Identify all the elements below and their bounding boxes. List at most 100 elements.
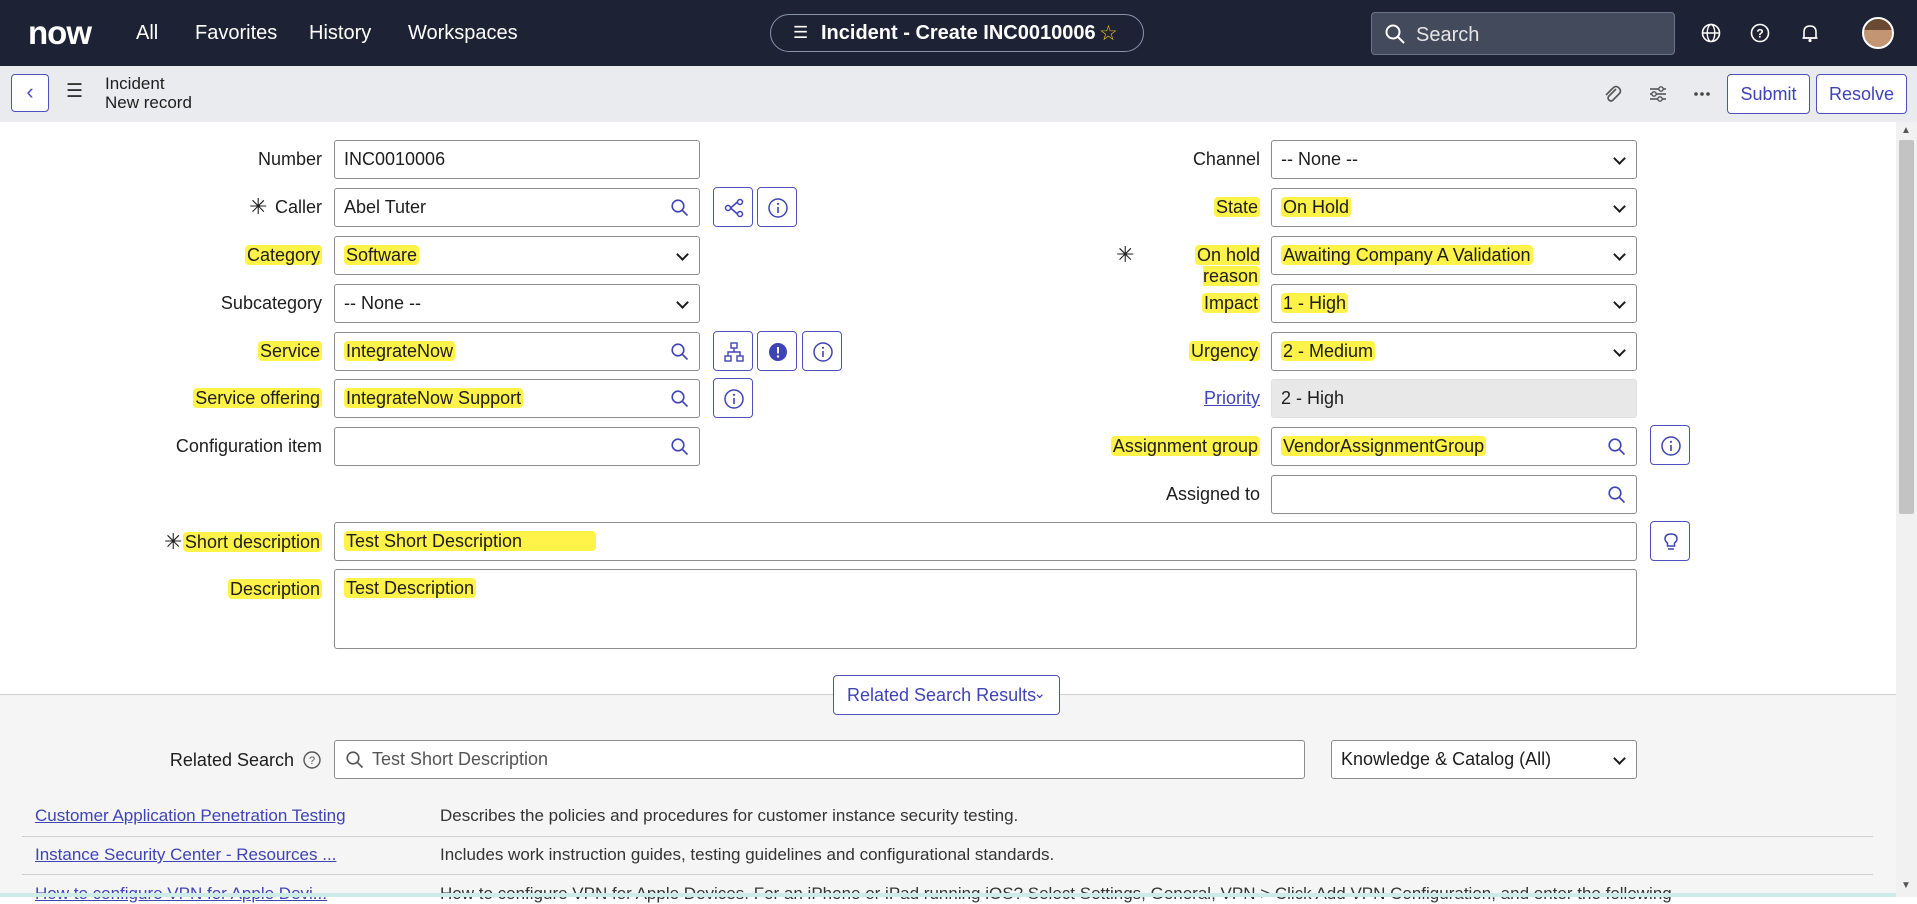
svg-text:?: ? bbox=[1756, 27, 1763, 41]
record-type: Incident bbox=[105, 74, 165, 93]
context-menu-icon[interactable]: ☰ bbox=[793, 23, 808, 43]
scrollbar-thumb[interactable] bbox=[1899, 140, 1914, 514]
short-description-label: Short description bbox=[182, 532, 322, 552]
scroll-up-arrow-icon[interactable]: ▲ bbox=[1901, 125, 1911, 136]
caller-lookup-button[interactable] bbox=[660, 188, 700, 227]
info-icon bbox=[1661, 436, 1681, 456]
record-state: New record bbox=[105, 93, 192, 112]
service-field[interactable]: IntegrateNow bbox=[334, 332, 661, 371]
info-icon bbox=[724, 389, 744, 409]
service-offering-info-button[interactable] bbox=[713, 378, 753, 418]
assignment-group-info-button[interactable] bbox=[1650, 425, 1690, 465]
resolve-button[interactable]: Resolve bbox=[1816, 74, 1907, 114]
related-search-scope-select[interactable]: Knowledge & Catalog (All) bbox=[1331, 740, 1637, 779]
caller-label: Caller bbox=[274, 197, 322, 217]
search-icon bbox=[671, 438, 689, 456]
priority-field: 2 - High bbox=[1271, 379, 1637, 418]
bottom-edge-strip bbox=[0, 893, 1896, 897]
servicenow-logo[interactable]: now bbox=[28, 14, 92, 52]
global-search-input[interactable]: Search bbox=[1371, 12, 1675, 55]
attachment-paperclip-icon[interactable] bbox=[1601, 83, 1623, 105]
configuration-item-label: Configuration item bbox=[175, 436, 322, 456]
globe-icon[interactable] bbox=[1700, 22, 1722, 44]
configuration-item-field[interactable] bbox=[334, 427, 661, 466]
lightbulb-icon bbox=[1664, 533, 1678, 550]
search-icon bbox=[1608, 486, 1626, 504]
related-search-value: Test Short Description bbox=[372, 749, 549, 769]
info-icon bbox=[813, 342, 833, 362]
notifications-bell-icon[interactable] bbox=[1799, 22, 1821, 44]
related-search-input[interactable]: Test Short Description bbox=[334, 740, 1305, 779]
on-hold-reason-required-icon: ✳ bbox=[1116, 242, 1135, 267]
more-options-icon[interactable] bbox=[1691, 83, 1713, 105]
assigned-to-lookup-button[interactable] bbox=[1597, 475, 1637, 514]
service-info-button[interactable] bbox=[802, 331, 842, 371]
subcategory-select[interactable]: -- None -- bbox=[334, 284, 700, 323]
subcategory-label: Subcategory bbox=[220, 293, 322, 313]
channel-label: Channel bbox=[1192, 149, 1260, 169]
assigned-to-label: Assigned to bbox=[1165, 484, 1260, 504]
back-button[interactable]: ‹ bbox=[11, 74, 49, 112]
category-select[interactable]: Software bbox=[334, 236, 700, 275]
assignment-group-label: Assignment group bbox=[1110, 436, 1260, 456]
result-row-divider bbox=[22, 874, 1873, 875]
assigned-to-field[interactable] bbox=[1271, 475, 1598, 514]
service-offering-lookup-button[interactable] bbox=[660, 379, 700, 418]
form-context-menu-icon[interactable]: ☰ bbox=[66, 80, 83, 103]
chevron-down-icon: ⌄ bbox=[1033, 685, 1046, 702]
help-icon[interactable]: ? bbox=[1749, 22, 1771, 44]
help-icon[interactable]: ? bbox=[302, 750, 322, 770]
result-description: Describes the policies and procedures fo… bbox=[440, 806, 1019, 825]
suggestion-lightbulb-button[interactable] bbox=[1650, 521, 1690, 561]
dependency-map-icon bbox=[724, 342, 744, 362]
hierarchy-icon bbox=[724, 198, 744, 218]
personalize-sliders-icon[interactable] bbox=[1647, 83, 1669, 105]
user-avatar[interactable] bbox=[1862, 17, 1894, 49]
short-description-field[interactable]: Test Short Description bbox=[334, 522, 1637, 561]
service-offering-field[interactable]: IntegrateNow Support bbox=[334, 379, 661, 418]
priority-link[interactable]: Priority bbox=[1040, 388, 1260, 409]
service-label: Service bbox=[257, 341, 322, 361]
search-icon bbox=[671, 343, 689, 361]
related-search-label: Related Search bbox=[169, 750, 294, 770]
category-label: Category bbox=[244, 245, 322, 265]
service-alert-button[interactable] bbox=[757, 331, 797, 371]
caller-field[interactable]: Abel Tuter bbox=[334, 188, 661, 227]
assignment-group-field[interactable]: VendorAssignmentGroup bbox=[1271, 427, 1598, 466]
result-title-link[interactable]: Instance Security Center - Resources ... bbox=[35, 845, 336, 865]
record-title-pill[interactable]: ☰ Incident - Create INC0010006 ☆ bbox=[770, 14, 1144, 52]
nav-favorites[interactable]: Favorites bbox=[195, 22, 277, 45]
channel-select[interactable]: -- None -- bbox=[1271, 140, 1637, 179]
number-field[interactable]: INC0010006 bbox=[334, 140, 700, 179]
caller-required-icon: ✳ bbox=[249, 194, 268, 219]
on-hold-reason-label: On hold reason bbox=[1194, 245, 1260, 286]
related-search-results-button[interactable]: Related Search Results ⌄ bbox=[833, 675, 1060, 715]
state-label: State bbox=[1213, 197, 1260, 217]
description-label: Description bbox=[227, 579, 322, 599]
favorite-star-icon[interactable]: ☆ bbox=[1099, 21, 1118, 46]
nav-workspaces[interactable]: Workspaces bbox=[408, 22, 518, 45]
assignment-group-lookup-button[interactable] bbox=[1597, 427, 1637, 466]
search-placeholder: Search bbox=[1416, 24, 1480, 46]
scroll-down-arrow-icon[interactable]: ▼ bbox=[1901, 880, 1911, 891]
configuration-item-lookup-button[interactable] bbox=[660, 427, 700, 466]
related-search-section bbox=[0, 695, 1896, 897]
service-lookup-button[interactable] bbox=[660, 332, 700, 371]
avatar-hair bbox=[1864, 19, 1892, 30]
alert-icon bbox=[769, 343, 787, 361]
on-hold-reason-select[interactable]: Awaiting Company A Validation bbox=[1271, 236, 1637, 275]
caller-show-related-button[interactable] bbox=[713, 187, 753, 227]
description-textarea[interactable]: Test Description bbox=[334, 569, 1637, 649]
nav-history[interactable]: History bbox=[309, 22, 371, 45]
caller-info-button[interactable] bbox=[757, 187, 797, 227]
service-map-button[interactable] bbox=[713, 331, 753, 371]
state-select[interactable]: On Hold bbox=[1271, 188, 1637, 227]
urgency-label: Urgency bbox=[1188, 341, 1260, 361]
number-label: Number bbox=[257, 149, 322, 169]
urgency-select[interactable]: 2 - Medium bbox=[1271, 332, 1637, 371]
result-title-link[interactable]: Customer Application Penetration Testing bbox=[35, 806, 346, 826]
submit-button[interactable]: Submit bbox=[1727, 74, 1810, 114]
impact-select[interactable]: 1 - High bbox=[1271, 284, 1637, 323]
search-icon bbox=[1608, 438, 1626, 456]
nav-all[interactable]: All bbox=[136, 22, 158, 45]
